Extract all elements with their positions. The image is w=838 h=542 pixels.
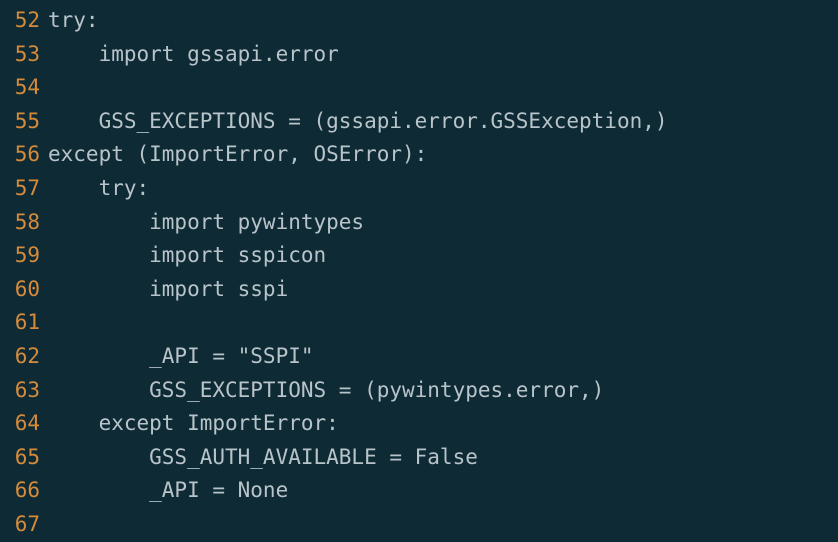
line-number: 59 <box>0 239 48 273</box>
code-line: 55 GSS_EXCEPTIONS = (gssapi.error.GSSExc… <box>0 105 838 139</box>
code-line: 65 GSS_AUTH_AVAILABLE = False <box>0 441 838 475</box>
line-number: 60 <box>0 273 48 307</box>
code-line: 57 try: <box>0 172 838 206</box>
code-text: _API = None <box>48 474 288 508</box>
line-number: 61 <box>0 306 48 340</box>
code-line: 53 import gssapi.error <box>0 38 838 72</box>
line-number: 54 <box>0 71 48 105</box>
code-line: 58 import pywintypes <box>0 206 838 240</box>
code-line: 60 import sspi <box>0 273 838 307</box>
code-line: 63 GSS_EXCEPTIONS = (pywintypes.error,) <box>0 374 838 408</box>
line-number: 65 <box>0 441 48 475</box>
line-number: 63 <box>0 374 48 408</box>
line-number: 67 <box>0 508 48 542</box>
code-text: _API = "SSPI" <box>48 340 314 374</box>
code-text: try: <box>48 4 99 38</box>
line-number: 56 <box>0 138 48 172</box>
code-line: 66 _API = None <box>0 474 838 508</box>
code-text: except (ImportError, OSError): <box>48 138 427 172</box>
line-number: 57 <box>0 172 48 206</box>
code-text: GSS_EXCEPTIONS = (gssapi.error.GSSExcept… <box>48 105 668 139</box>
code-text: try: <box>48 172 149 206</box>
code-line: 62 _API = "SSPI" <box>0 340 838 374</box>
code-text: GSS_EXCEPTIONS = (pywintypes.error,) <box>48 374 604 408</box>
line-number: 66 <box>0 474 48 508</box>
line-number: 64 <box>0 407 48 441</box>
code-text: import pywintypes <box>48 206 364 240</box>
line-number: 62 <box>0 340 48 374</box>
code-text: import gssapi.error <box>48 38 339 72</box>
code-line: 64 except ImportError: <box>0 407 838 441</box>
code-line: 54 <box>0 71 838 105</box>
line-number: 55 <box>0 105 48 139</box>
code-line: 59 import sspicon <box>0 239 838 273</box>
line-number: 52 <box>0 4 48 38</box>
code-line: 67 <box>0 508 838 542</box>
code-line: 52try: <box>0 4 838 38</box>
line-number: 53 <box>0 38 48 72</box>
code-text: import sspicon <box>48 239 326 273</box>
code-text: except ImportError: <box>48 407 339 441</box>
code-text: import sspi <box>48 273 288 307</box>
line-number: 58 <box>0 206 48 240</box>
code-text: GSS_AUTH_AVAILABLE = False <box>48 441 478 475</box>
code-line: 56except (ImportError, OSError): <box>0 138 838 172</box>
code-editor: 52try:53 import gssapi.error5455 GSS_EXC… <box>0 4 838 542</box>
code-line: 61 <box>0 306 838 340</box>
